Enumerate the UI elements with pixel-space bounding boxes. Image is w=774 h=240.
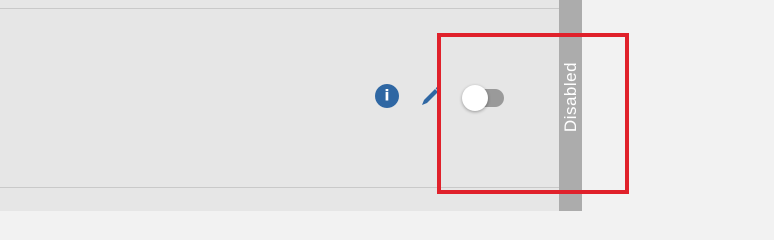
- row-actions: i: [374, 84, 514, 112]
- divider-top: [0, 8, 559, 9]
- row-panel: i: [0, 0, 559, 211]
- screen: i Disabled: [0, 0, 774, 211]
- pencil-icon[interactable]: [419, 84, 443, 108]
- toggle-knob: [462, 85, 488, 111]
- status-strip: Disabled: [559, 0, 582, 211]
- enable-toggle[interactable]: [462, 84, 506, 112]
- divider-bottom: [0, 187, 559, 188]
- status-label: Disabled: [560, 61, 580, 133]
- info-icon[interactable]: i: [375, 84, 399, 108]
- info-glyph: i: [384, 86, 390, 104]
